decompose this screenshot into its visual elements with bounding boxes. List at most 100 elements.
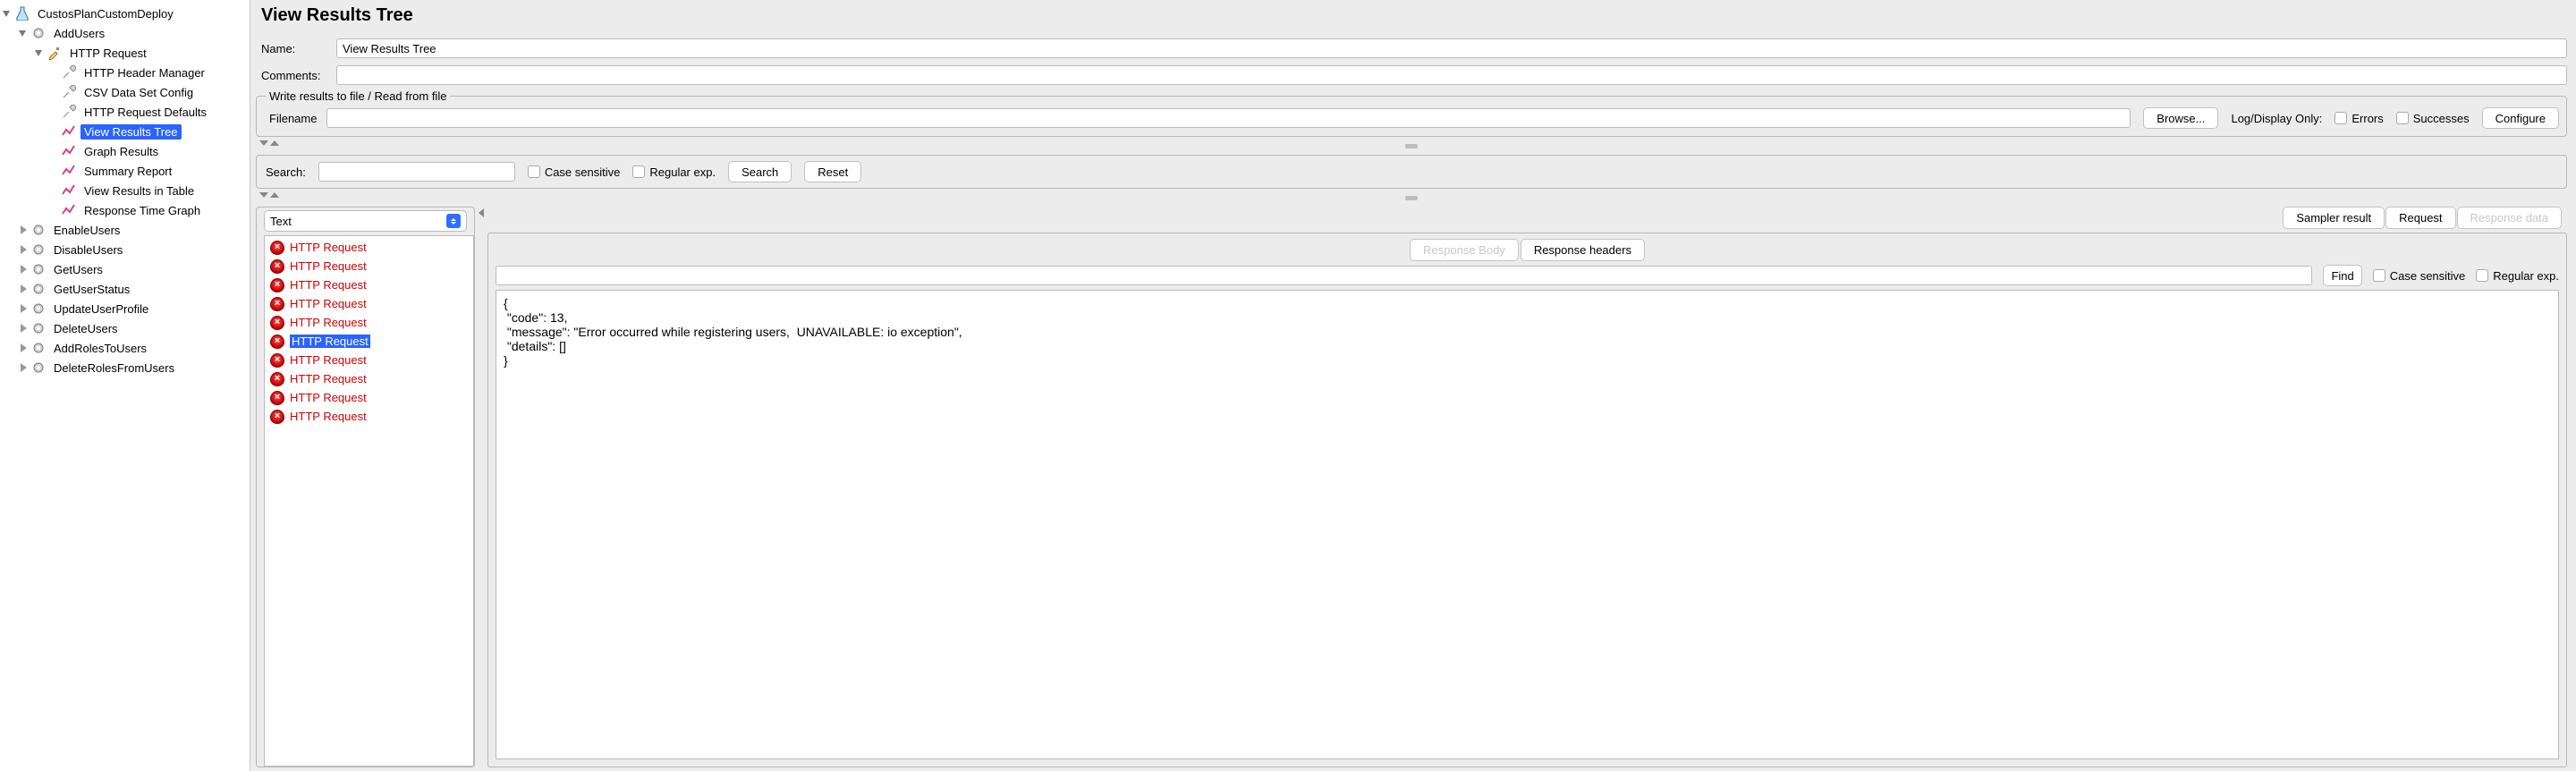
successes-label: Successes [2413, 112, 2470, 125]
tree-label: CustosPlanCustomDeploy [34, 6, 177, 21]
tree-label: GetUserStatus [50, 282, 133, 297]
tree-node-sibling[interactable]: DisableUsers [2, 240, 250, 259]
gear-icon [30, 222, 47, 238]
gear-icon [30, 360, 47, 376]
tree-label: Graph Results [80, 144, 162, 159]
configure-button[interactable]: Configure [2482, 107, 2559, 129]
tree-node-sibling[interactable]: DeleteRolesFromUsers [2, 358, 250, 377]
tree-node-child[interactable]: Response Time Graph [2, 200, 250, 220]
wrench-icon [61, 84, 77, 100]
find-regex-checkbox[interactable] [2476, 269, 2488, 282]
result-row[interactable]: HTTP Request [265, 407, 473, 426]
tab-sampler-result[interactable]: Sampler result [2283, 207, 2385, 229]
wrench-icon [61, 64, 77, 80]
error-icon [270, 241, 284, 255]
filename-label: Filename [264, 112, 326, 125]
logonly-label: Log/Display Only: [2231, 112, 2322, 125]
result-row[interactable]: HTTP Request [265, 257, 473, 275]
reset-button[interactable]: Reset [804, 161, 861, 182]
renderer-select[interactable]: Text [264, 210, 467, 232]
error-icon [270, 316, 284, 330]
search-case-checkbox[interactable] [528, 165, 540, 178]
result-row[interactable]: HTTP Request [265, 313, 473, 332]
errors-label: Errors [2351, 112, 2383, 125]
chart-icon [61, 182, 77, 199]
tree-node-child[interactable]: View Results Tree [2, 122, 250, 141]
search-button[interactable]: Search [728, 161, 792, 182]
tree-node-sibling[interactable]: AddRolesToUsers [2, 338, 250, 358]
chart-icon [61, 123, 77, 140]
find-input[interactable] [496, 266, 2312, 285]
tree-node-child[interactable]: HTTP Request Defaults [2, 102, 250, 122]
tree-node-testplan[interactable]: CustosPlanCustomDeploy [2, 4, 250, 23]
gear-icon [30, 301, 47, 317]
find-regex-label: Regular exp. [2493, 269, 2559, 283]
error-icon [270, 372, 284, 386]
tab-response-data[interactable]: Response data [2457, 207, 2562, 229]
file-groupbox: Write results to file / Read from file F… [256, 96, 2567, 137]
result-row[interactable]: HTTP Request [265, 275, 473, 294]
comments-input[interactable] [336, 65, 2567, 85]
result-row[interactable]: HTTP Request [265, 238, 473, 257]
page-title: View Results Tree [261, 5, 2567, 26]
tab-response-body[interactable]: Response Body [1410, 239, 1519, 261]
gear-icon [30, 261, 47, 277]
renderer-value: Text [270, 215, 292, 228]
splitter-horizontal[interactable] [256, 140, 2567, 149]
name-input[interactable] [336, 38, 2567, 58]
find-button[interactable]: Find [2323, 265, 2361, 286]
search-regex-checkbox[interactable] [632, 165, 645, 178]
chart-icon [61, 163, 77, 179]
gear-icon [30, 241, 47, 258]
tree-label: Response Time Graph [80, 203, 204, 218]
tab-response-headers[interactable]: Response headers [1521, 239, 1645, 261]
error-icon [270, 297, 284, 311]
result-row[interactable]: HTTP Request [265, 388, 473, 407]
tree-label: AddRolesToUsers [50, 341, 150, 356]
tree-node-child[interactable]: View Results in Table [2, 181, 250, 200]
tree-label: View Results Tree [80, 124, 182, 140]
tab-request[interactable]: Request [2385, 207, 2455, 229]
tree-label: GetUsers [50, 262, 106, 277]
tree-label: Summary Report [80, 164, 175, 179]
chart-icon [61, 202, 77, 218]
tree-label: UpdateUserProfile [50, 301, 152, 317]
browse-button[interactable]: Browse... [2143, 107, 2218, 129]
find-case-checkbox[interactable] [2373, 269, 2385, 282]
tree-node-child[interactable]: HTTP Header Manager [2, 63, 250, 82]
error-icon [270, 259, 284, 274]
response-body-text[interactable]: { "code": 13, "message": "Error occurred… [496, 290, 2559, 759]
dropper-icon [47, 45, 63, 61]
tree-node-sibling[interactable]: UpdateUserProfile [2, 299, 250, 318]
tree-node-threadgroup[interactable]: AddUsers [2, 23, 250, 43]
splitter-vertical[interactable] [475, 207, 487, 767]
tree-node-sibling[interactable]: GetUserStatus [2, 279, 250, 299]
test-plan-tree[interactable]: CustosPlanCustomDeploy AddUsers HTTP Req… [0, 0, 250, 771]
gear-icon [30, 340, 47, 356]
tree-node-sampler[interactable]: HTTP Request [2, 43, 250, 63]
chart-icon [61, 143, 77, 159]
results-list[interactable]: HTTP RequestHTTP RequestHTTP RequestHTTP… [264, 235, 474, 767]
tree-label: HTTP Request [66, 46, 150, 61]
tree-node-child[interactable]: Graph Results [2, 141, 250, 161]
filename-input[interactable] [326, 108, 2131, 128]
result-row[interactable]: HTTP Request [265, 351, 473, 369]
successes-checkbox[interactable] [2396, 112, 2409, 124]
tree-node-child[interactable]: Summary Report [2, 161, 250, 181]
tree-node-child[interactable]: CSV Data Set Config [2, 82, 250, 102]
name-label: Name: [256, 42, 336, 55]
tree-node-sibling[interactable]: EnableUsers [2, 220, 250, 240]
tree-node-sibling[interactable]: GetUsers [2, 259, 250, 279]
splitter-horizontal[interactable] [256, 192, 2567, 201]
tree-label: EnableUsers [50, 223, 123, 238]
search-input[interactable] [318, 162, 515, 182]
error-icon [270, 278, 284, 292]
result-row[interactable]: HTTP Request [265, 369, 473, 388]
tree-node-sibling[interactable]: DeleteUsers [2, 318, 250, 338]
result-row[interactable]: HTTP Request [265, 294, 473, 313]
gear-icon [30, 281, 47, 297]
tree-label: View Results in Table [80, 183, 198, 199]
error-icon [270, 353, 284, 368]
result-row[interactable]: HTTP Request [265, 332, 473, 351]
errors-checkbox[interactable] [2334, 112, 2347, 124]
